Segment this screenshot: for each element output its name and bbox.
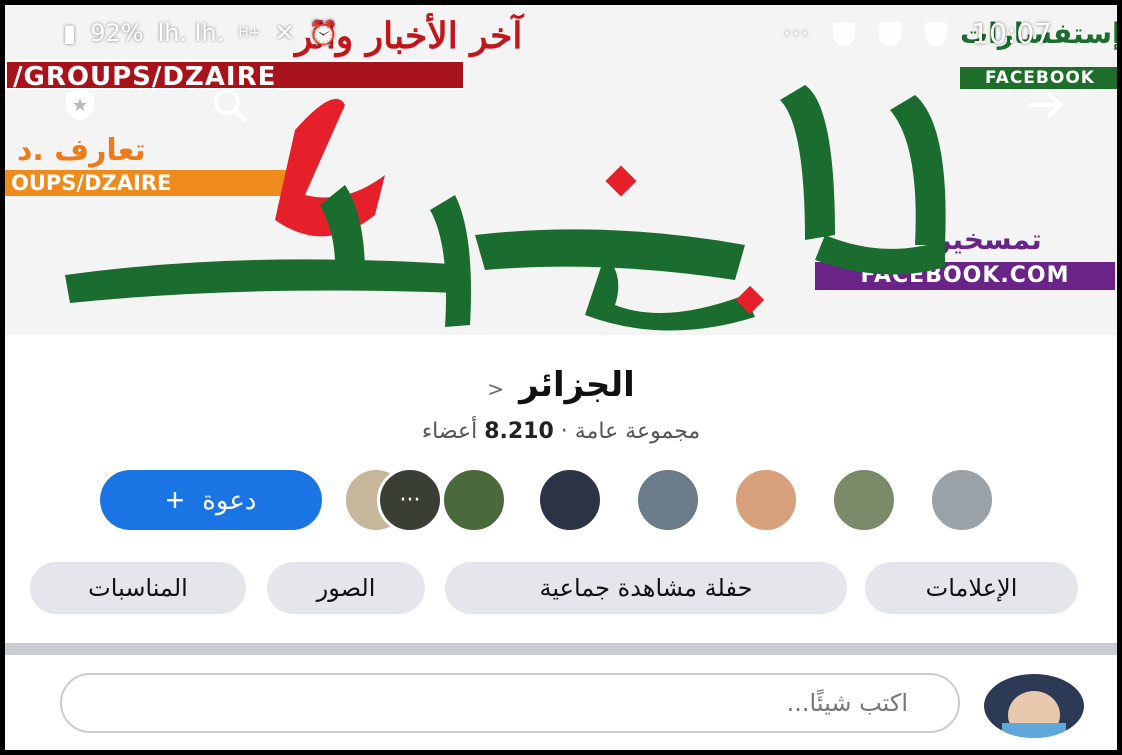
section-divider [5, 643, 1117, 655]
plus-icon: + [165, 482, 185, 518]
tab-events[interactable]: المناسبات [30, 562, 246, 614]
tab-label: المناسبات [88, 574, 188, 602]
signal-text: lh. lh. [157, 19, 225, 47]
user-avatar[interactable] [982, 673, 1086, 739]
shield-star-icon[interactable] [60, 85, 100, 125]
tab-label: الإعلامات [925, 574, 1018, 602]
meta-separator: · [560, 419, 568, 444]
mute-icon: ✕ [274, 19, 295, 47]
group-meta: مجموعة عامة · 8.210 أعضاء [5, 419, 1117, 444]
status-bar: ▮ 92% lh. lh. H+ ✕ ⏰ ··· 10:07 [5, 13, 1117, 53]
tab-announcements[interactable]: الإعلامات [865, 562, 1078, 614]
group-cover-photo[interactable]: /GROUPS/DZAIRE OUPS/DZAIRE آخر الأخبار و… [5, 5, 1117, 335]
alarm-icon: ⏰ [308, 19, 339, 47]
invite-label: دعوة [202, 484, 257, 515]
shield-icon [879, 21, 902, 46]
invite-button[interactable]: دعوة + [100, 470, 322, 530]
search-icon[interactable] [210, 85, 250, 125]
status-bar-left: ▮ 92% lh. lh. H+ ✕ ⏰ [63, 19, 338, 47]
member-avatar[interactable] [441, 467, 507, 533]
member-avatar[interactable] [831, 467, 897, 533]
group-privacy: مجموعة عامة [574, 419, 701, 444]
tab-label: حفلة مشاهدة جماعية [539, 574, 753, 602]
shield-icon [833, 21, 856, 46]
chevron-left-icon[interactable]: < [487, 377, 504, 401]
tab-photos[interactable]: الصور [267, 562, 425, 614]
battery-icon: ▮ [63, 19, 77, 47]
member-avatar[interactable] [733, 467, 799, 533]
member-avatar[interactable] [635, 467, 701, 533]
tab-label: الصور [316, 574, 376, 602]
cover-calligraphy-logo [65, 85, 946, 331]
member-avatars[interactable]: ··· [343, 467, 1043, 533]
network-type: H+ [238, 25, 261, 41]
shield-icon [925, 21, 948, 46]
members-label[interactable]: أعضاء [422, 419, 477, 444]
clock: 10:07 [971, 17, 1052, 50]
member-avatar[interactable] [929, 467, 995, 533]
member-avatar[interactable] [537, 467, 603, 533]
status-bar-right: ··· 10:07 [783, 17, 1052, 50]
group-title-row[interactable]: الجزائر < [5, 365, 1117, 405]
back-arrow-icon[interactable] [1025, 85, 1065, 125]
group-name[interactable]: الجزائر [519, 365, 635, 405]
screen-frame: /GROUPS/DZAIRE OUPS/DZAIRE آخر الأخبار و… [5, 5, 1117, 750]
more-notifications-dots: ··· [782, 17, 810, 50]
battery-percent: 92% [90, 19, 144, 47]
more-dots: ··· [399, 487, 421, 513]
post-composer-input[interactable]: اكتب شيئًا... [60, 673, 960, 733]
more-members-avatar[interactable]: ··· [377, 467, 443, 533]
tab-watch-party[interactable]: حفلة مشاهدة جماعية [445, 562, 847, 614]
members-count[interactable]: 8.210 [484, 419, 554, 444]
